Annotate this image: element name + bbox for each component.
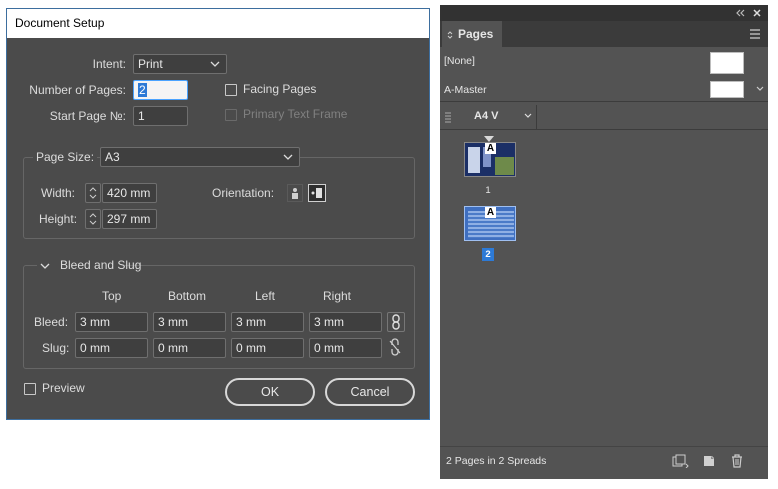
dialog-title: Document Setup	[7, 9, 429, 38]
preview-checkbox[interactable]	[24, 383, 36, 395]
bleed-right-input[interactable]: 3 mm	[309, 312, 382, 332]
thumb-photo	[495, 157, 514, 175]
chevron-down-icon	[283, 154, 293, 160]
portrait-icon	[292, 188, 298, 199]
chain-broken-icon	[389, 338, 401, 356]
chevron-down-icon	[210, 61, 220, 67]
intent-label: Intent:	[92, 57, 126, 71]
expand-collapse-icon	[447, 31, 453, 39]
document-setup-dialog: Document Setup Intent: Print Number of P…	[6, 8, 430, 420]
panel-status-bar: 2 Pages in 2 Spreads	[440, 446, 768, 474]
stepper-arrows-icon	[89, 213, 97, 225]
chevron-down-icon	[524, 113, 532, 118]
master-a-thumbnail[interactable]	[710, 81, 744, 98]
panel-menu-icon[interactable]	[749, 29, 761, 39]
master-none-thumbnail[interactable]	[710, 52, 744, 74]
intent-dropdown[interactable]: Print	[133, 54, 227, 74]
landscape-button[interactable]	[308, 184, 326, 202]
page-2-thumbnail[interactable]: A	[464, 206, 516, 241]
slug-right-input[interactable]: 0 mm	[309, 338, 382, 358]
slug-top-input[interactable]: 0 mm	[75, 338, 148, 358]
double-chevron-left-icon[interactable]	[734, 8, 746, 18]
start-page-label: Start Page №:	[49, 109, 126, 123]
height-input[interactable]: 297 mm	[102, 209, 157, 229]
slug-label: Slug:	[42, 341, 70, 355]
facing-pages-checkbox[interactable]	[225, 84, 237, 96]
width-stepper[interactable]	[85, 183, 101, 203]
page-size-label: Page Size:	[33, 150, 98, 164]
portrait-button[interactable]	[287, 184, 303, 202]
start-page-input[interactable]: 1	[133, 106, 188, 126]
height-label: Height:	[39, 212, 78, 226]
chevron-down-icon[interactable]	[755, 84, 765, 94]
edit-page-size-icon[interactable]	[672, 454, 690, 468]
slug-left-input[interactable]: 0 mm	[231, 338, 304, 358]
page-size-menu-label: A4 V	[474, 110, 499, 122]
grip-icon	[445, 112, 451, 123]
page-size-dropdown[interactable]: A3	[100, 147, 300, 167]
ok-button[interactable]: OK	[225, 378, 315, 406]
stepper-arrows-icon	[89, 187, 97, 199]
tab-pages[interactable]: Pages	[442, 21, 502, 47]
chevron-down-icon	[40, 263, 50, 269]
slug-bottom-input[interactable]: 0 mm	[153, 338, 226, 358]
cancel-button[interactable]: Cancel	[325, 378, 415, 406]
page-1-thumbnail[interactable]: A	[464, 142, 516, 177]
pages-panel: Pages [None] A-Master A4 V A 1 A 2 2 Pag…	[440, 5, 768, 479]
section-divider	[440, 129, 768, 130]
page-size-value: A3	[105, 150, 120, 164]
slug-link-button[interactable]	[387, 338, 405, 358]
panel-tab-bar: Pages	[440, 21, 768, 47]
pages-status-text: 2 Pages in 2 Spreads	[446, 455, 547, 467]
page-2-master-prefix: A	[485, 207, 496, 218]
master-none-label: [None]	[444, 55, 475, 67]
bleed-top-input[interactable]: 3 mm	[75, 312, 148, 332]
close-icon[interactable]	[752, 8, 762, 18]
panel-header-strip	[440, 5, 768, 21]
menu-divider	[536, 105, 537, 129]
bleed-bottom-input[interactable]: 3 mm	[153, 312, 226, 332]
primary-text-frame-label: Primary Text Frame	[243, 107, 348, 121]
intent-value: Print	[138, 57, 163, 71]
facing-pages-label: Facing Pages	[243, 82, 317, 96]
height-stepper[interactable]	[85, 209, 101, 229]
number-of-pages-value: 2	[138, 83, 147, 97]
column-header-right: Right	[323, 289, 352, 303]
number-of-pages-label: Number of Pages:	[29, 83, 126, 97]
column-header-bottom: Bottom	[168, 289, 207, 303]
primary-text-frame-checkbox[interactable]	[225, 109, 237, 121]
delete-page-icon[interactable]	[730, 454, 744, 468]
bleed-label: Bleed:	[34, 315, 69, 329]
page-2-number[interactable]: 2	[482, 248, 494, 261]
bleed-link-button[interactable]	[387, 312, 405, 332]
section-divider	[440, 101, 768, 102]
column-header-left: Left	[255, 289, 276, 303]
page-1-master-prefix: A	[485, 143, 496, 154]
column-header-top: Top	[102, 289, 122, 303]
bleed-slug-label: Bleed and Slug	[60, 258, 142, 272]
preview-label: Preview	[42, 381, 85, 395]
bleed-left-input[interactable]: 3 mm	[231, 312, 304, 332]
page-1-number[interactable]: 1	[480, 185, 496, 196]
landscape-icon	[311, 188, 322, 198]
bleed-slug-toggle[interactable]: Bleed and Slug	[37, 258, 141, 274]
new-page-icon[interactable]	[702, 454, 716, 468]
orientation-label: Orientation:	[212, 186, 275, 200]
width-input[interactable]: 420 mm	[102, 183, 157, 203]
width-label: Width:	[41, 186, 76, 200]
thumb-text-block	[468, 147, 480, 173]
tab-pages-label: Pages	[458, 27, 494, 41]
number-of-pages-input[interactable]: 2	[133, 80, 188, 100]
master-a-label: A-Master	[444, 84, 487, 96]
page-size-menu[interactable]: A4 V	[458, 105, 538, 127]
chain-link-icon	[392, 314, 400, 330]
